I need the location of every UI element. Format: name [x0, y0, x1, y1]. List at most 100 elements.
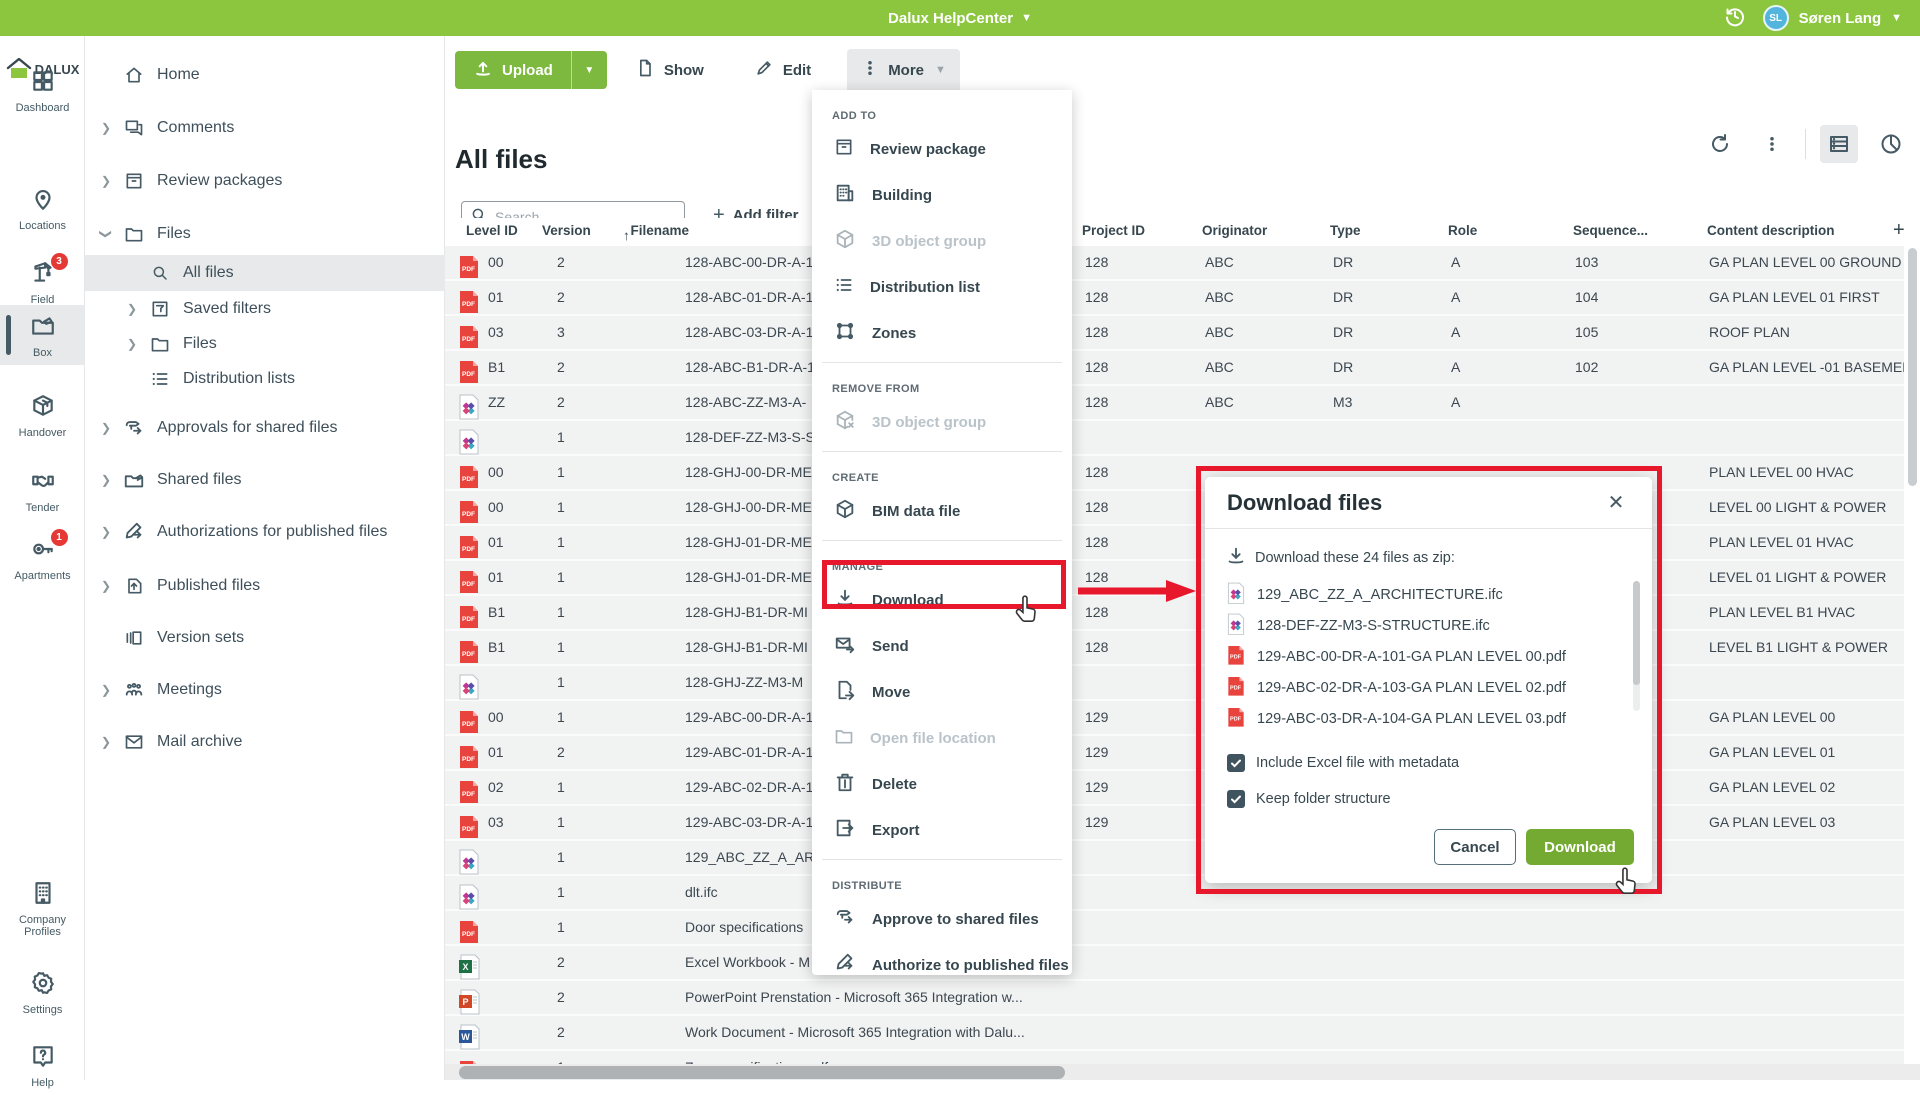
table-row[interactable]: PDF012128-ABC-01-DR-A-1128ABCDRA104GA PL… [445, 281, 1904, 316]
menu-item-send[interactable]: Send [812, 623, 1072, 669]
nav-item-authorizations-for-published-files[interactable]: ❯Authorizations for published files [85, 514, 445, 550]
rail-item-field[interactable]: 3Field [0, 252, 85, 312]
chevron-right-icon[interactable]: ❯ [119, 302, 145, 316]
add-column-icon[interactable]: + [1893, 219, 1905, 242]
column-header-version[interactable]: Version [542, 223, 591, 238]
checkbox-checked-icon[interactable] [1227, 754, 1245, 772]
menu-item-export[interactable]: Export [812, 807, 1072, 853]
menu-item-move[interactable]: Move [812, 669, 1072, 715]
table-row[interactable]: PDFB12128-ABC-B1-DR-A-1128ABCDRA102GA PL… [445, 351, 1904, 386]
horizontal-scrollbar-thumb[interactable] [459, 1066, 1065, 1079]
menu-item-building[interactable]: Building [812, 172, 1072, 218]
chevron-right-icon[interactable]: ❯ [93, 525, 119, 539]
nav-item-files[interactable]: ❯Files [85, 216, 445, 252]
nav-item-saved-filters[interactable]: ❯Saved filters [85, 291, 445, 327]
checkbox-include-excel-file-with-metadata[interactable]: Include Excel file with metadata [1227, 748, 1652, 778]
rail-item-dashboard[interactable]: Dashboard [0, 60, 85, 120]
history-icon[interactable] [1723, 4, 1747, 33]
dialog-list-scrollbar-thumb[interactable] [1633, 581, 1640, 685]
chevron-down-icon[interactable]: ❯ [99, 221, 113, 247]
user-menu[interactable]: SL Søren Lang ▼ [1763, 5, 1902, 31]
column-header-role[interactable]: Role [1448, 223, 1477, 238]
table-row[interactable]: PDF021129-ABC-02-DR-A-1129GA PLAN LEVEL … [445, 771, 1904, 806]
column-header-project-id[interactable]: Project ID [1082, 223, 1145, 238]
nav-item-comments[interactable]: ❯Comments [85, 110, 445, 146]
column-header-type[interactable]: Type [1330, 223, 1361, 238]
nav-item-meetings[interactable]: ❯Meetings [85, 672, 445, 708]
chevron-right-icon[interactable]: ❯ [93, 473, 119, 487]
upload-button[interactable]: Upload ▼ [455, 51, 607, 89]
app-title-menu[interactable]: Dalux HelpCenter ▼ [888, 10, 1032, 27]
rail-item-box[interactable]: Box [0, 305, 85, 365]
nav-item-version-sets[interactable]: Version sets [85, 620, 445, 656]
menu-item-approve-to-shared-files[interactable]: Approve to shared files [812, 896, 1072, 942]
nav-item-home[interactable]: Home [85, 57, 445, 93]
menu-item-review-package[interactable]: Review package [812, 126, 1072, 172]
rail-item-tender[interactable]: Tender [0, 460, 85, 520]
refresh-button[interactable] [1701, 125, 1739, 163]
table-row[interactable]: PDF033128-ABC-03-DR-A-1128ABCDRA105ROOF … [445, 316, 1904, 351]
column-header-originator[interactable]: Originator [1202, 223, 1267, 238]
column-header-sequence-[interactable]: Sequence... [1573, 223, 1648, 238]
table-row[interactable]: PDF1Door specifications [445, 911, 1904, 946]
column-header-content-description[interactable]: Content description [1707, 223, 1835, 238]
nav-item-mail-archive[interactable]: ❯Mail archive [85, 724, 445, 760]
table-row[interactable]: 1129_ABC_ZZ_A_AR [445, 841, 1904, 876]
nav-item-shared-files[interactable]: ❯Shared files [85, 462, 445, 498]
nav-item-published-files[interactable]: ❯Published files [85, 568, 445, 604]
table-row[interactable]: PDF002128-ABC-00-DR-A-1128ABCDRA103GA PL… [445, 246, 1904, 281]
table-row[interactable]: W2Work Document - Microsoft 365 Integrat… [445, 1016, 1904, 1051]
table-row[interactable]: X2Excel Workbook - M [445, 946, 1904, 981]
table-row[interactable]: PDF001129-ABC-00-DR-A-1129GA PLAN LEVEL … [445, 701, 1904, 736]
chevron-right-icon[interactable]: ❯ [93, 174, 119, 188]
chevron-right-icon[interactable]: ❯ [93, 683, 119, 697]
horizontal-scrollbar[interactable] [445, 1064, 1920, 1080]
rail-item-help[interactable]: Help [0, 1035, 85, 1095]
menu-item-delete[interactable]: Delete [812, 761, 1072, 807]
vertical-scrollbar-thumb[interactable] [1908, 248, 1917, 486]
upload-caret-button[interactable]: ▼ [571, 51, 607, 89]
show-button[interactable]: Show [621, 50, 718, 90]
menu-item-bim-data-file[interactable]: BIM data file [812, 488, 1072, 534]
table-row[interactable]: PDF001128-GHJ-00-DR-ME128PLAN LEVEL 00 H… [445, 456, 1904, 491]
table-row[interactable]: PDF031129-ABC-03-DR-A-1129GA PLAN LEVEL … [445, 806, 1904, 841]
chevron-right-icon[interactable]: ❯ [93, 121, 119, 135]
rail-item-locations[interactable]: Locations [0, 178, 85, 238]
menu-item-authorize-to-published-files[interactable]: Authorize to published files [812, 942, 1072, 988]
download-confirm-button[interactable]: Download [1526, 829, 1634, 865]
table-row[interactable]: ZZ2128-ABC-ZZ-M3-A-128ABCM3A [445, 386, 1904, 421]
table-row[interactable]: PDF012129-ABC-01-DR-A-1129GA PLAN LEVEL … [445, 736, 1904, 771]
column-header-filename[interactable]: ↑ Filename [623, 223, 689, 238]
nav-item-distribution-lists[interactable]: Distribution lists [85, 361, 445, 397]
table-row[interactable]: 1dlt.ifc [445, 876, 1904, 911]
close-icon[interactable]: ✕ [1602, 489, 1630, 517]
table-row[interactable]: PDFB11128-GHJ-B1-DR-MI128LEVEL B1 LIGHT … [445, 631, 1904, 666]
table-row[interactable]: 1128-GHJ-ZZ-M3-M [445, 666, 1904, 701]
column-header-level-id[interactable]: Level ID [466, 223, 518, 238]
rail-item-settings[interactable]: Settings [0, 962, 85, 1022]
rail-item-apartments[interactable]: 1Apartments [0, 528, 85, 588]
rail-item-company-profiles[interactable]: CompanyProfiles [0, 872, 85, 944]
cancel-button[interactable]: Cancel [1434, 829, 1516, 865]
chart-view-button[interactable] [1872, 125, 1910, 163]
checkbox-keep-folder-structure[interactable]: Keep folder structure [1227, 784, 1652, 814]
menu-item-zones[interactable]: Zones [812, 310, 1072, 356]
menu-item-distribution-list[interactable]: Distribution list [812, 264, 1072, 310]
table-row[interactable]: PDF011128-GHJ-01-DR-ME128PLAN LEVEL 01 H… [445, 526, 1904, 561]
chevron-right-icon[interactable]: ❯ [93, 421, 119, 435]
nav-item-files[interactable]: ❯Files [85, 326, 445, 362]
edit-button[interactable]: Edit [740, 50, 825, 90]
nav-item-all-files[interactable]: All files [85, 255, 445, 291]
checkbox-checked-icon[interactable] [1227, 790, 1245, 808]
table-row[interactable]: P2PowerPoint Prenstation - Microsoft 365… [445, 981, 1904, 1016]
chevron-right-icon[interactable]: ❯ [93, 735, 119, 749]
chevron-right-icon[interactable]: ❯ [119, 337, 145, 351]
rail-item-handover[interactable]: Handover [0, 385, 85, 445]
table-row[interactable]: 1128-DEF-ZZ-M3-S-S [445, 421, 1904, 456]
chevron-right-icon[interactable]: ❯ [93, 579, 119, 593]
table-options-kebab-button[interactable] [1753, 125, 1791, 163]
nav-item-review-packages[interactable]: ❯Review packages [85, 163, 445, 199]
list-view-button[interactable] [1820, 125, 1858, 163]
table-row[interactable]: PDF001128-GHJ-00-DR-ME128LEVEL 00 LIGHT … [445, 491, 1904, 526]
more-button[interactable]: More ▼ [847, 49, 960, 91]
